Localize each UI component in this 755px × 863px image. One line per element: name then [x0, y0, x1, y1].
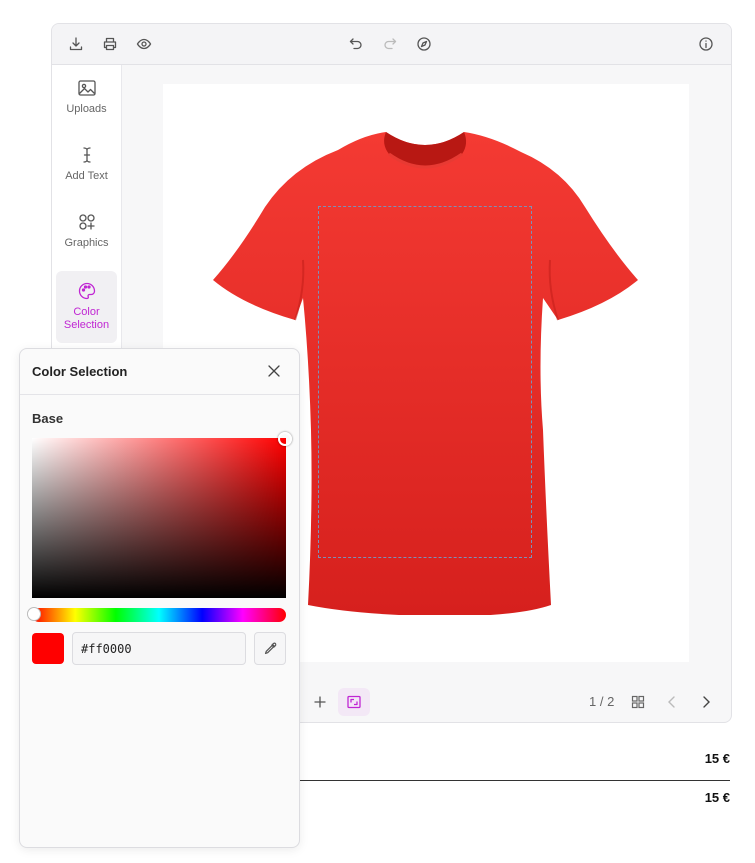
hex-color-input[interactable] [72, 632, 246, 665]
eyedropper-button[interactable] [254, 632, 286, 665]
saturation-value-picker[interactable] [32, 432, 292, 598]
redo-icon[interactable] [382, 36, 398, 52]
grid-icon[interactable] [630, 694, 646, 710]
hue-slider[interactable] [27, 607, 286, 622]
close-icon[interactable] [267, 364, 281, 378]
resize-icon [347, 695, 361, 709]
page-indicator: 1 / 2 [589, 694, 615, 709]
editor-toolbar [52, 24, 731, 65]
section-label: Base [32, 411, 64, 426]
color-swatch [32, 633, 64, 664]
chevron-right-icon[interactable] [698, 694, 714, 710]
text-cursor-icon [82, 147, 91, 163]
saturation-handle[interactable] [278, 432, 292, 446]
chevron-left-icon[interactable] [664, 694, 680, 710]
eye-icon[interactable] [136, 36, 152, 52]
fit-view-button[interactable] [338, 688, 370, 716]
hue-slider-handle[interactable] [27, 607, 41, 621]
sidebar-item-color-selection[interactable]: Color Selection [56, 271, 117, 343]
info-icon[interactable] [698, 36, 714, 52]
print-icon[interactable] [102, 36, 118, 52]
panel-title: Color Selection [32, 364, 128, 379]
shapes-icon [78, 214, 95, 230]
sidebar-item-label: Color Selection [63, 306, 110, 331]
sidebar-item-add-text[interactable]: Add Text [56, 145, 117, 217]
price-value: 15 € [704, 751, 730, 766]
sidebar-item-label: Uploads [66, 103, 107, 115]
print-area[interactable] [318, 206, 532, 558]
undo-icon[interactable] [348, 36, 364, 52]
compass-icon[interactable] [416, 36, 432, 52]
download-icon[interactable] [68, 36, 84, 52]
panel-header: Color Selection [20, 349, 299, 395]
sidebar-item-label: Add Text [65, 170, 108, 182]
eyedropper-icon [264, 642, 277, 655]
price-value: 15 € [704, 790, 730, 805]
divider [298, 780, 730, 781]
add-icon[interactable] [312, 694, 328, 710]
sidebar-item-label: Graphics [64, 237, 109, 249]
palette-icon [78, 282, 95, 300]
sidebar-item-uploads[interactable]: Uploads [56, 78, 117, 150]
image-icon [77, 80, 96, 96]
color-selection-panel: Color Selection Base [19, 348, 300, 848]
